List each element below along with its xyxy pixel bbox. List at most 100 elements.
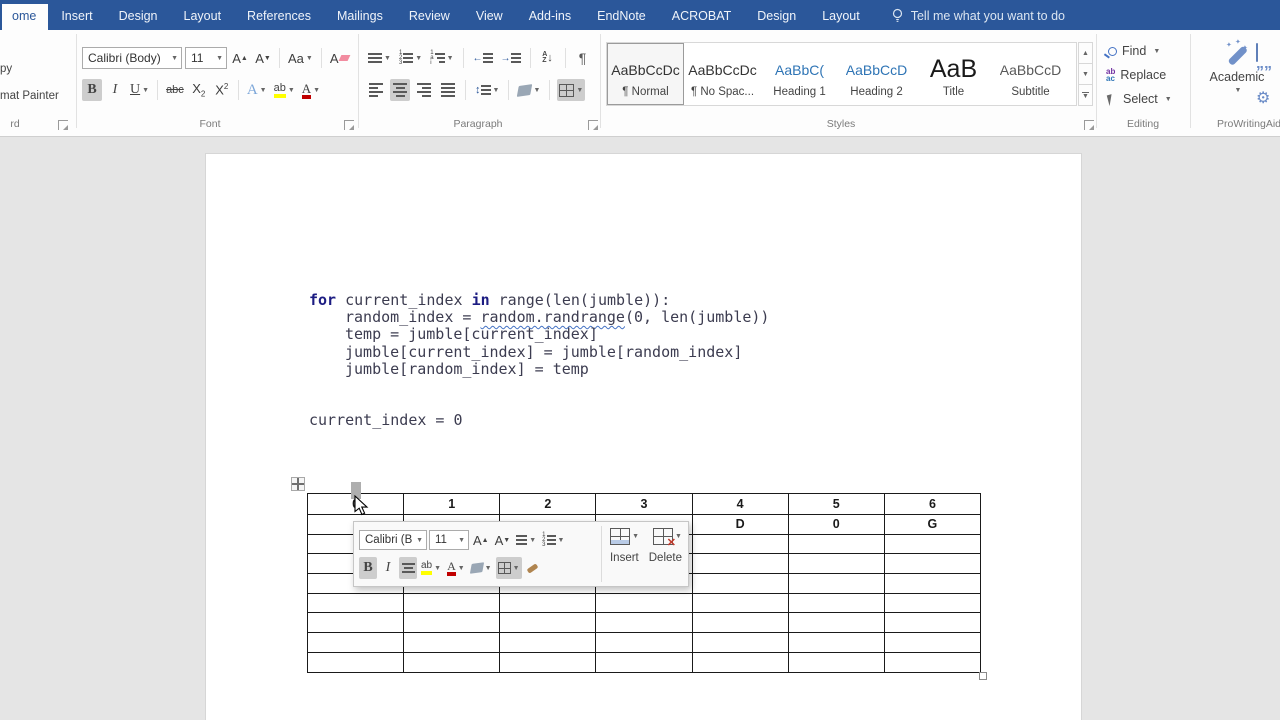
table-cell[interactable]: 5: [787, 493, 885, 515]
table-cell[interactable]: 2: [499, 493, 597, 515]
style-title[interactable]: AaB Title: [915, 43, 992, 105]
table-cell[interactable]: [883, 632, 982, 653]
mini-format-painter-button[interactable]: [524, 557, 542, 579]
style--no-spac-[interactable]: AaBbCcDc ¶ No Spac...: [684, 43, 761, 105]
align-center-button[interactable]: [390, 79, 410, 101]
table-cell[interactable]: [883, 592, 982, 614]
bold-button[interactable]: B: [82, 79, 102, 101]
show-hide-marks-button[interactable]: ¶: [573, 47, 593, 69]
table-cell[interactable]: 4: [691, 493, 789, 515]
select-button[interactable]: Select ▼: [1106, 92, 1172, 106]
table-cell[interactable]: [883, 612, 982, 634]
table-cell[interactable]: [691, 553, 789, 575]
change-case-button[interactable]: Aa ▼: [286, 47, 315, 69]
mini-delete-table-button[interactable]: ✕ ▼: [653, 528, 682, 549]
table-cell[interactable]: [691, 632, 789, 653]
mini-align-center-button[interactable]: [399, 557, 417, 579]
table-cell[interactable]: [691, 533, 789, 555]
table-cell[interactable]: [883, 651, 982, 673]
table-cell[interactable]: [499, 651, 597, 673]
table-cell[interactable]: [691, 612, 789, 634]
styles-dialog-launcher-icon[interactable]: [1084, 120, 1094, 130]
mini-borders-button[interactable]: ▼: [495, 557, 522, 579]
mini-insert-table-button[interactable]: ▼: [610, 528, 639, 545]
table-cell[interactable]: [403, 612, 501, 634]
table-cell[interactable]: 3: [595, 493, 693, 515]
table-cell[interactable]: [499, 592, 597, 614]
table-cell[interactable]: [595, 592, 693, 614]
table-cell[interactable]: [787, 553, 885, 575]
table-cell[interactable]: [403, 592, 501, 614]
ribbon-tab-acrobat[interactable]: ACROBAT: [659, 3, 745, 30]
table-cell[interactable]: [883, 533, 982, 555]
multilevel-list-button[interactable]: 1 a i ▼: [428, 47, 455, 69]
ribbon-tab-review[interactable]: Review: [396, 3, 463, 30]
line-spacing-button[interactable]: ↕ ▼: [473, 79, 501, 101]
ribbon-tab-view[interactable]: View: [463, 3, 516, 30]
pwa-settings-button[interactable]: ⚙: [1256, 88, 1270, 108]
numbering-button[interactable]: 1 2 3 ▼: [397, 47, 424, 69]
shading-button[interactable]: ▼: [516, 79, 542, 101]
gallery-more-button[interactable]: ▼: [1078, 85, 1093, 106]
table-cell[interactable]: [595, 651, 693, 673]
table-cell[interactable]: [787, 533, 885, 555]
mini-font-color-button[interactable]: A ▼: [445, 557, 467, 579]
mini-bold-button[interactable]: B: [359, 557, 377, 579]
text-effects-button[interactable]: A ▼: [245, 79, 269, 101]
table-cell[interactable]: G: [883, 514, 982, 535]
find-button[interactable]: Find ▼: [1108, 44, 1160, 58]
table-cell[interactable]: 1: [403, 493, 501, 515]
italic-button[interactable]: I: [105, 79, 125, 101]
table-cell[interactable]: [595, 612, 693, 634]
subscript-button[interactable]: X2: [189, 79, 209, 101]
justify-button[interactable]: [438, 79, 458, 101]
font-size-combo[interactable]: 11 ▼: [185, 47, 227, 69]
format-painter-button[interactable]: mat Painter: [0, 90, 59, 102]
sort-button[interactable]: A Z ↓: [538, 47, 558, 69]
table-resize-handle[interactable]: [979, 672, 987, 680]
pwa-eraser-button[interactable]: [1256, 43, 1258, 62]
font-color-button[interactable]: A ▼: [300, 79, 322, 101]
copy-button[interactable]: py: [0, 63, 12, 75]
increase-indent-button[interactable]: →: [499, 47, 523, 69]
mini-grow-font-button[interactable]: A ▲: [471, 529, 491, 551]
grow-font-button[interactable]: A ▲: [230, 47, 250, 69]
borders-button[interactable]: ▼: [557, 79, 586, 101]
underline-button[interactable]: U ▼: [128, 79, 151, 101]
mini-highlight-button[interactable]: ab ▼: [419, 557, 443, 579]
replace-button[interactable]: ab ac Replace: [1106, 68, 1166, 83]
table-cell[interactable]: [306, 592, 405, 614]
mini-numbering-button[interactable]: 1 2 3 ▼: [540, 529, 566, 551]
clipboard-dialog-launcher-icon[interactable]: [58, 120, 68, 130]
pwa-quotes-button[interactable]: ””: [1256, 64, 1272, 82]
clear-formatting-button[interactable]: A: [328, 47, 351, 69]
table-cell[interactable]: [691, 573, 789, 594]
ribbon-tab-layout[interactable]: Layout: [171, 3, 235, 30]
gallery-scroll-up-button[interactable]: ▲: [1078, 42, 1093, 64]
table-cell[interactable]: D: [691, 514, 789, 535]
ribbon-tab-design[interactable]: Design: [106, 3, 171, 30]
mini-bullets-button[interactable]: ▼: [514, 529, 538, 551]
table-cell[interactable]: [691, 592, 789, 614]
table-cell[interactable]: 6: [883, 493, 982, 515]
align-left-button[interactable]: [366, 79, 386, 101]
strikethrough-button[interactable]: abc: [164, 79, 186, 101]
table-cell[interactable]: [595, 632, 693, 653]
ribbon-tab-mailings[interactable]: Mailings: [324, 3, 396, 30]
style-subtitle[interactable]: AaBbCcD Subtitle: [992, 43, 1069, 105]
ribbon-tab-endnote[interactable]: EndNote: [584, 3, 659, 30]
document-page[interactable]: for current_index in range(len(jumble)):…: [205, 153, 1082, 720]
shrink-font-button[interactable]: A ▼: [253, 47, 273, 69]
mini-shading-button[interactable]: ▼: [469, 557, 494, 579]
table-cell[interactable]: [787, 592, 885, 614]
style-heading-1[interactable]: AaBbC(Heading 1: [761, 43, 838, 105]
table-cell[interactable]: [691, 651, 789, 673]
table-cell[interactable]: [306, 612, 405, 634]
table-move-handle[interactable]: [291, 477, 305, 491]
table-cell[interactable]: [883, 553, 982, 575]
table-cell[interactable]: [883, 573, 982, 594]
table-cell[interactable]: [787, 632, 885, 653]
ribbon-tab-design[interactable]: Design: [744, 3, 809, 30]
ribbon-tab-insert[interactable]: Insert: [48, 3, 105, 30]
font-name-combo[interactable]: Calibri (Body) ▼: [82, 47, 182, 69]
